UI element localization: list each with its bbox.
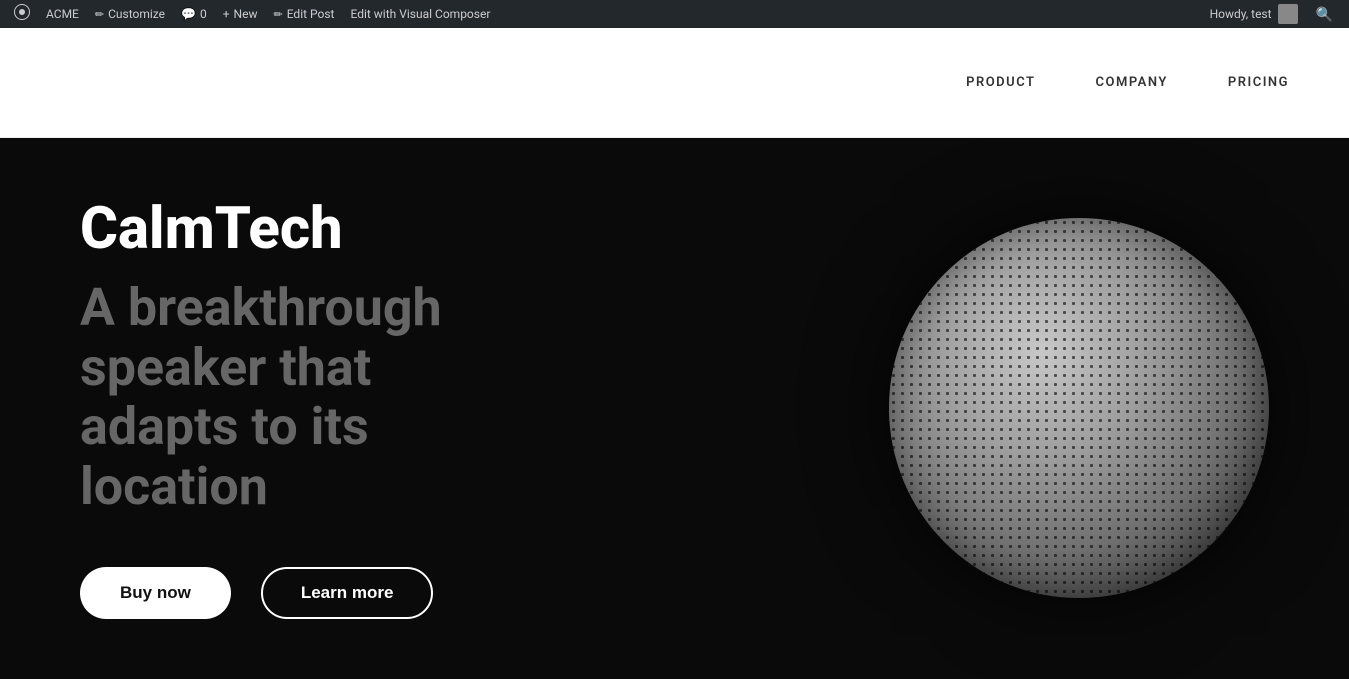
hero-content: CalmTech A breakthrough speaker that ada… — [80, 198, 700, 619]
wordpress-icon — [14, 4, 30, 24]
howdy-item[interactable]: Howdy, test — [1202, 0, 1306, 28]
edit-pencil-icon: ✏ — [274, 8, 283, 21]
buy-now-button[interactable]: Buy now — [80, 567, 231, 619]
hero-subtitle: A breakthrough speaker that adapts to it… — [80, 278, 700, 517]
edit-post-item[interactable]: ✏ Edit Post — [266, 0, 343, 28]
comments-item[interactable]: 💬 0 — [173, 0, 215, 28]
plus-icon: + — [223, 7, 230, 21]
comments-count: 0 — [200, 7, 207, 21]
nav-company[interactable]: COMPANY — [1096, 75, 1168, 90]
hero-buttons: Buy now Learn more — [80, 567, 700, 619]
admin-bar-right: Howdy, test 🔍 — [1202, 0, 1343, 28]
customize-item[interactable]: ✏ Customize — [87, 0, 173, 28]
learn-more-button[interactable]: Learn more — [261, 567, 434, 619]
customize-label: Customize — [108, 7, 165, 21]
howdy-text: Howdy, test — [1210, 7, 1272, 21]
speaker-graphic — [889, 218, 1269, 598]
site-header: PRODUCT COMPANY PRICING — [0, 28, 1349, 138]
speaker-image-area — [869, 198, 1289, 618]
new-label: New — [234, 7, 258, 21]
admin-bar: ACME ✏ Customize 💬 0 + New ✏ Edit Post E… — [0, 0, 1349, 28]
search-icon: 🔍 — [1316, 6, 1333, 23]
wp-logo-item[interactable] — [6, 0, 38, 28]
nav-product[interactable]: PRODUCT — [966, 75, 1035, 90]
speaker-dot-pattern — [889, 218, 1269, 598]
admin-search-button[interactable]: 🔍 — [1306, 0, 1343, 28]
site-name-label: ACME — [46, 7, 79, 21]
hero-section: CalmTech A breakthrough speaker that ada… — [0, 138, 1349, 679]
site-name-item[interactable]: ACME — [38, 0, 87, 28]
new-item[interactable]: + New — [215, 0, 266, 28]
nav-pricing[interactable]: PRICING — [1228, 75, 1289, 90]
main-nav: PRODUCT COMPANY PRICING — [966, 75, 1289, 90]
hero-title: CalmTech — [80, 198, 700, 262]
edit-post-label: Edit Post — [287, 7, 335, 21]
user-avatar — [1278, 4, 1298, 24]
pencil-icon: ✏ — [95, 8, 104, 21]
visual-composer-label: Edit with Visual Composer — [350, 7, 490, 21]
comment-icon: 💬 — [181, 7, 196, 21]
visual-composer-item[interactable]: Edit with Visual Composer — [342, 0, 498, 28]
